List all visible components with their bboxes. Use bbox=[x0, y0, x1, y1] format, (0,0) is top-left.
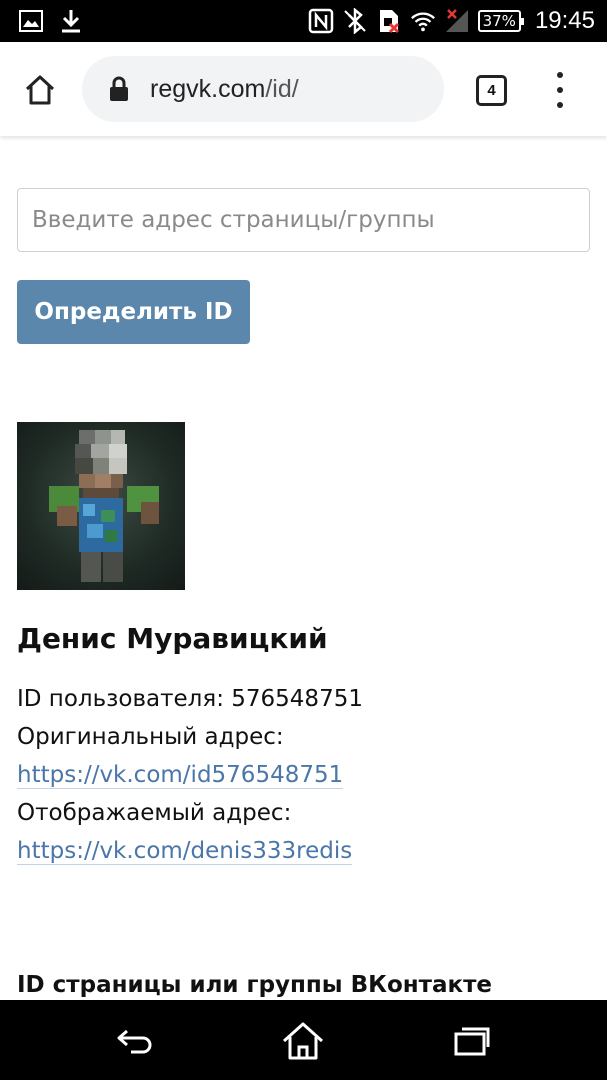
page-content: Определить ID bbox=[0, 136, 607, 1000]
status-bar: 37% 19:45 bbox=[0, 0, 607, 42]
address-bar[interactable]: regvk.com/id/ bbox=[82, 56, 444, 122]
url-domain: regvk.com bbox=[150, 74, 266, 103]
wifi-icon bbox=[410, 8, 436, 34]
tab-switcher-button[interactable]: 4 bbox=[476, 75, 507, 106]
url-path: /id/ bbox=[265, 74, 299, 103]
battery-indicator: 37% bbox=[477, 10, 525, 32]
menu-dot bbox=[557, 72, 563, 78]
display-address-label: Отображаемый адрес: bbox=[17, 800, 292, 826]
user-info: ID пользователя: 576548751 Оригинальный … bbox=[17, 680, 363, 870]
page-address-input[interactable] bbox=[17, 188, 590, 252]
menu-dot bbox=[557, 102, 563, 108]
overflow-menu-button[interactable] bbox=[548, 72, 572, 108]
recents-icon bbox=[454, 1027, 490, 1056]
navigation-bar bbox=[0, 1000, 607, 1080]
gallery-icon bbox=[18, 8, 44, 34]
original-address-label: Оригинальный адрес: bbox=[17, 724, 284, 750]
nfc-icon bbox=[308, 8, 334, 34]
signal-icon bbox=[444, 8, 470, 34]
back-icon bbox=[117, 1029, 152, 1054]
url-text: regvk.com/id/ bbox=[150, 75, 299, 104]
user-name: Денис Муравицкий bbox=[17, 622, 328, 655]
clock: 19:45 bbox=[534, 7, 595, 34]
user-id-line: ID пользователя: 576548751 bbox=[17, 686, 363, 712]
home-button[interactable] bbox=[18, 68, 62, 112]
original-address-link[interactable]: https://vk.com/id576548751 bbox=[17, 762, 344, 789]
home-nav-icon bbox=[282, 1022, 324, 1060]
menu-dot bbox=[557, 87, 563, 93]
home-icon bbox=[25, 75, 55, 105]
recents-button[interactable] bbox=[449, 1018, 495, 1064]
browser-toolbar: regvk.com/id/ 4 bbox=[0, 42, 607, 136]
home-nav-button[interactable] bbox=[280, 1018, 326, 1064]
sim-icon bbox=[376, 8, 402, 34]
download-icon bbox=[58, 8, 84, 34]
lock-icon bbox=[110, 76, 128, 101]
section-heading: ID страницы или группы ВКонтакте bbox=[17, 972, 493, 998]
back-button[interactable] bbox=[112, 1018, 158, 1064]
define-id-button[interactable]: Определить ID bbox=[17, 280, 250, 344]
display-address-link[interactable]: https://vk.com/denis333redis bbox=[17, 838, 353, 865]
bluetooth-icon bbox=[342, 8, 368, 34]
avatar bbox=[17, 422, 185, 590]
